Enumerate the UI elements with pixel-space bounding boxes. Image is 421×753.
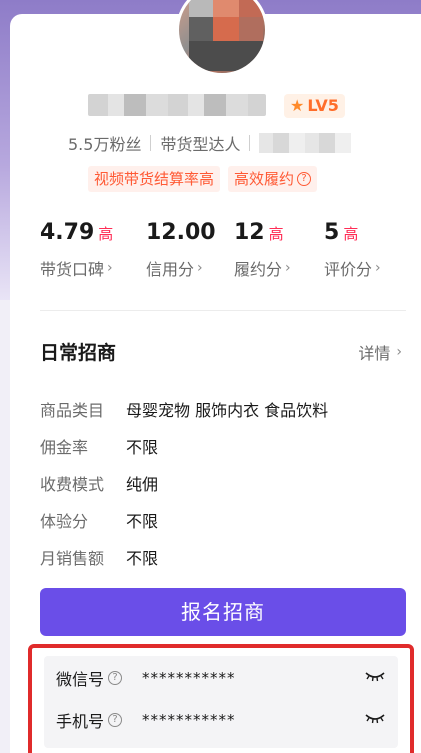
info-value: 纯佣 xyxy=(126,474,159,494)
stat-level: 高 xyxy=(343,225,359,243)
signup-button[interactable]: 报名招商 xyxy=(40,588,406,636)
stat-reputation[interactable]: 4.79 高 带货口碑 › xyxy=(40,220,113,280)
chevron-right-icon: › xyxy=(107,260,113,276)
help-icon[interactable]: ? xyxy=(108,713,123,727)
contact-row-wechat: 微信号 ? *********** xyxy=(56,664,386,692)
section-title: 日常招商 xyxy=(40,342,117,364)
help-icon[interactable]: ? xyxy=(297,172,312,186)
info-list: 商品类目 母婴宠物 服饰内衣 食品饮料 佣金率 不限 收费模式 纯佣 体验分 不… xyxy=(40,390,402,575)
contact-value: *********** xyxy=(142,669,236,687)
info-value: 母婴宠物 服饰内衣 食品饮料 xyxy=(126,400,329,420)
stat-value: 12 xyxy=(234,220,265,245)
info-value: 不限 xyxy=(126,548,159,568)
stats-row: 4.79 高 带货口碑 › 12.00 信用分 › 12 高 履约分 › 5 高… xyxy=(40,220,400,284)
stat-label: 履约分 xyxy=(234,260,283,279)
stat-value: 5 xyxy=(324,220,340,245)
contact-label: 手机号 xyxy=(56,712,105,731)
info-row: 月销售额 不限 xyxy=(40,538,402,575)
stat-label: 带货口碑 xyxy=(40,260,105,279)
divider xyxy=(150,135,152,151)
info-value: 不限 xyxy=(126,511,159,531)
info-key: 商品类目 xyxy=(40,400,105,420)
name-row: ★ LV5 xyxy=(10,92,421,120)
contact-label: 微信号 xyxy=(56,670,105,689)
tag-label: 视频带货结算率高 xyxy=(94,170,215,188)
stat-credit[interactable]: 12.00 信用分 › xyxy=(146,220,220,280)
tags-row: 视频带货结算率高 高效履约 ? xyxy=(88,166,318,192)
tag-fulfillment[interactable]: 高效履约 ? xyxy=(228,166,318,192)
avatar[interactable] xyxy=(176,0,268,76)
contact-panel: 微信号 ? *********** 手机号 ? *********** xyxy=(44,656,398,748)
blurred-meta xyxy=(259,133,352,153)
info-row: 体验分 不限 xyxy=(40,501,402,538)
stat-value: 4.79 xyxy=(40,220,95,245)
chevron-right-icon: › xyxy=(197,260,203,276)
tag-label: 高效履约 xyxy=(234,170,295,188)
contact-value: *********** xyxy=(142,711,236,729)
info-row: 佣金率 不限 xyxy=(40,427,402,464)
eye-closed-icon[interactable] xyxy=(364,710,386,732)
level-label: LV5 xyxy=(307,96,339,115)
meta-row: 5.5万粉丝 带货型达人 xyxy=(68,132,352,154)
stat-level: 高 xyxy=(98,225,114,243)
blurred-username xyxy=(88,94,266,116)
chevron-right-icon: › xyxy=(396,344,402,360)
star-icon: ★ xyxy=(290,96,305,115)
contact-highlight-box: 微信号 ? *********** 手机号 ? *********** xyxy=(28,644,414,753)
chevron-right-icon: › xyxy=(285,260,291,276)
stat-fulfillment[interactable]: 12 高 履约分 › xyxy=(234,220,291,280)
details-label: 详情 xyxy=(358,344,391,363)
tag-settlement: 视频带货结算率高 xyxy=(88,166,221,192)
info-row: 收费模式 纯佣 xyxy=(40,464,402,501)
creator-type: 带货型达人 xyxy=(160,135,241,154)
stat-label: 信用分 xyxy=(146,260,195,279)
chevron-right-icon: › xyxy=(375,260,381,276)
info-key: 收费模式 xyxy=(40,474,105,494)
stat-value: 12.00 xyxy=(146,220,216,245)
followers-count: 5.5万粉丝 xyxy=(68,135,142,154)
stat-label: 评价分 xyxy=(324,260,373,279)
info-value: 不限 xyxy=(126,437,159,457)
info-key: 月销售额 xyxy=(40,548,105,568)
stat-review[interactable]: 5 高 评价分 › xyxy=(324,220,381,280)
divider xyxy=(249,135,251,151)
stat-level: 高 xyxy=(268,225,284,243)
section-header: 日常招商 详情 › xyxy=(40,338,402,366)
info-key: 佣金率 xyxy=(40,437,89,457)
level-badge: ★ LV5 xyxy=(284,94,345,118)
info-row: 商品类目 母婴宠物 服饰内衣 食品饮料 xyxy=(40,390,402,427)
info-key: 体验分 xyxy=(40,511,89,531)
help-icon[interactable]: ? xyxy=(108,671,123,685)
section-divider xyxy=(40,310,406,311)
contact-row-phone: 手机号 ? *********** xyxy=(56,706,386,734)
details-link[interactable]: 详情 › xyxy=(358,340,402,364)
profile-card: ★ LV5 5.5万粉丝 带货型达人 视频带货结算率高 高效履约 ? 4.79 … xyxy=(10,0,421,753)
eye-closed-icon[interactable] xyxy=(364,668,386,690)
